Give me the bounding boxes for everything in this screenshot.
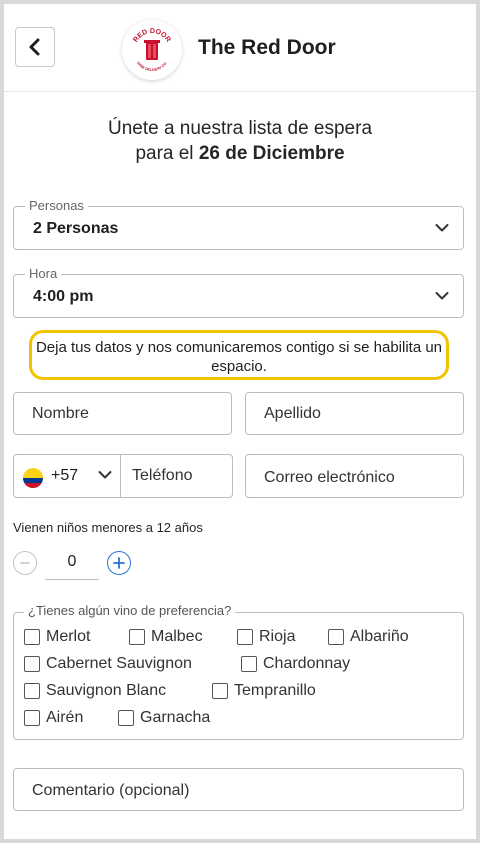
wine-preference-group: ¿Tienes algún vino de preferencia? Merlo… — [13, 603, 464, 740]
checkbox-icon[interactable] — [24, 683, 40, 699]
title-prefix: para el — [135, 143, 199, 164]
phone-divider — [120, 455, 121, 497]
wine-option-label: Chardonnay — [263, 655, 351, 672]
colombia-flag-icon[interactable] — [23, 468, 43, 488]
minus-icon — [20, 562, 30, 564]
time-legend: Hora — [25, 266, 62, 282]
wine-checkbox-chardonnay[interactable]: Chardonnay — [241, 655, 350, 673]
checkbox-icon[interactable] — [118, 710, 134, 726]
phone-placeholder: Teléfono — [132, 467, 193, 484]
wine-checkbox-garnacha[interactable]: Garnacha — [118, 709, 210, 727]
decrement-button[interactable] — [13, 551, 37, 575]
comment-placeholder: Comentario (opcional) — [32, 782, 190, 799]
chevron-down-icon — [435, 292, 449, 300]
checkbox-icon[interactable] — [328, 629, 344, 645]
first-name-field[interactable]: Nombre — [13, 392, 232, 435]
wine-legend: ¿Tienes algún vino de preferencia? — [24, 603, 236, 619]
back-button[interactable] — [15, 27, 55, 67]
checkbox-icon[interactable] — [241, 656, 257, 672]
wine-option-label: Albariño — [350, 628, 409, 645]
last-name-field[interactable]: Apellido — [245, 392, 464, 435]
checkbox-icon[interactable] — [24, 629, 40, 645]
wine-option-label: Sauvignon Blanc — [46, 682, 167, 699]
comment-field[interactable]: Comentario (opcional) — [13, 768, 464, 811]
increment-button[interactable] — [107, 551, 131, 575]
page-title: Únete a nuestra lista de espera para el … — [4, 116, 476, 166]
wine-checkbox-rioja[interactable]: Rioja — [237, 628, 295, 646]
party-size-value: 2 Personas — [33, 220, 119, 237]
checkbox-icon[interactable] — [237, 629, 253, 645]
chevron-down-icon — [435, 224, 449, 232]
wine-checkbox-cabernet[interactable]: Cabernet Sauvignon — [24, 655, 192, 673]
wine-option-label: Merlot — [46, 628, 91, 645]
wine-checkbox-malbec[interactable]: Malbec — [129, 628, 203, 646]
email-placeholder: Correo electrónico — [264, 469, 395, 486]
logo-text-bottom: WINE DELIVERY CO. — [136, 61, 168, 72]
checkbox-icon[interactable] — [24, 656, 40, 672]
wine-checkbox-sauvignon-blanc[interactable]: Sauvignon Blanc — [24, 682, 166, 700]
wine-option-label: Malbec — [151, 628, 203, 645]
waitlist-notice: Deja tus datos y nos comunicaremos conti… — [29, 330, 449, 380]
first-name-placeholder: Nombre — [32, 405, 89, 422]
brand-name: The Red Door — [198, 36, 336, 59]
kids-label: Vienen niños menores a 12 años — [13, 520, 203, 535]
wine-checkbox-airen[interactable]: Airén — [24, 709, 83, 727]
phone-field[interactable]: +57 Teléfono — [13, 454, 233, 498]
kids-count-input[interactable]: 0 — [45, 550, 99, 580]
time-value: 4:00 pm — [33, 288, 94, 305]
checkbox-icon[interactable] — [212, 683, 228, 699]
wine-checkbox-merlot[interactable]: Merlot — [24, 628, 90, 646]
wine-checkbox-tempranillo[interactable]: Tempranillo — [212, 682, 316, 700]
time-select[interactable]: Hora 4:00 pm — [13, 266, 464, 318]
app-frame: RED DOOR WINE DELIVERY CO. The Red Door … — [4, 4, 476, 839]
wine-option-label: Garnacha — [140, 709, 211, 726]
title-date: 26 de Diciembre — [198, 143, 345, 164]
title-line-1: Únete a nuestra lista de espera — [107, 118, 373, 139]
party-size-legend: Personas — [25, 198, 88, 214]
chevron-left-icon — [29, 38, 40, 56]
wine-option-label: Rioja — [259, 628, 296, 645]
chevron-down-icon[interactable] — [98, 470, 112, 480]
plus-icon — [113, 557, 125, 569]
wine-checkbox-albarino[interactable]: Albariño — [328, 628, 409, 646]
wine-option-label: Tempranillo — [234, 682, 316, 699]
email-field[interactable]: Correo electrónico — [245, 454, 464, 498]
wine-option-label: Airén — [46, 709, 84, 726]
brand-logo: RED DOOR WINE DELIVERY CO. — [122, 20, 182, 80]
checkbox-icon[interactable] — [24, 710, 40, 726]
wine-option-label: Cabernet Sauvignon — [46, 655, 192, 672]
title-line-2: para el 26 de Diciembre — [4, 141, 476, 166]
dial-code[interactable]: +57 — [51, 467, 78, 485]
checkbox-icon[interactable] — [129, 629, 145, 645]
party-size-select[interactable]: Personas 2 Personas — [13, 198, 464, 250]
last-name-placeholder: Apellido — [264, 405, 321, 422]
header: RED DOOR WINE DELIVERY CO. The Red Door — [4, 4, 476, 92]
svg-text:WINE DELIVERY CO.: WINE DELIVERY CO. — [136, 61, 168, 72]
